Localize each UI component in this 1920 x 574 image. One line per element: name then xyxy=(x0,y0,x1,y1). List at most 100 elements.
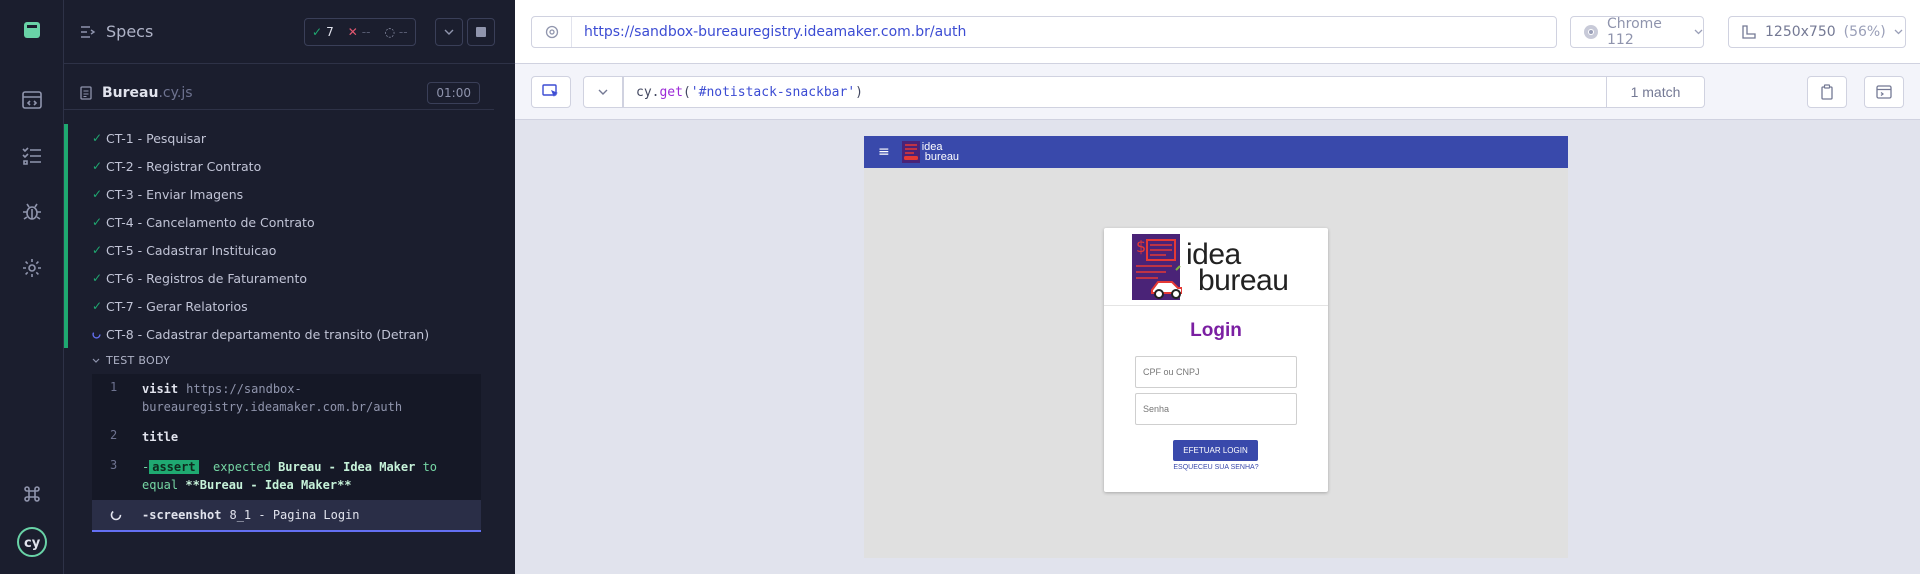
command-arg-continued: bureauregistry.ideamaker.com.br/auth xyxy=(142,400,403,414)
assert-text: equal xyxy=(142,478,186,492)
selector-prefix: cy. xyxy=(636,84,660,100)
check-icon: ✓ xyxy=(92,159,103,173)
spec-file-name: Bureau xyxy=(102,84,159,101)
chrome-icon xyxy=(1583,24,1599,40)
viewport-selector[interactable]: 1250x750 (56%) xyxy=(1728,16,1906,48)
assert-actual: Bureau - Idea Maker xyxy=(278,460,416,474)
viewport-size: 1250x750 xyxy=(1765,24,1836,40)
match-count: 1 match xyxy=(1606,77,1704,107)
cypress-app-icon[interactable] xyxy=(18,16,46,44)
document-icon xyxy=(80,85,92,100)
cursor-select-icon xyxy=(542,84,560,100)
login-card: $ idea bureau Login CPF ou CNPJ Senha EF… xyxy=(1104,228,1328,492)
duration-badge: 01:00 xyxy=(427,82,480,104)
spec-file-ext: .cy.js xyxy=(158,84,193,101)
command-row-assert[interactable]: 3 - assert expected Bureau - Idea Maker t… xyxy=(92,452,481,500)
crosshair-icon[interactable] xyxy=(532,17,572,47)
runs-nav-icon[interactable] xyxy=(18,142,46,170)
url-text: https://sandbox-bureauregistry.ideamaker… xyxy=(584,24,967,40)
command-body: title xyxy=(142,428,186,446)
test-title: CT-8 - Cadastrar departamento de transit… xyxy=(106,326,430,342)
test-body-toggle[interactable]: TEST BODY xyxy=(92,354,170,367)
check-icon: ✓ xyxy=(92,215,103,229)
command-row[interactable]: 2 title xyxy=(92,422,481,452)
command-row[interactable]: 1 visit https://sandbox- bureauregistry.i… xyxy=(92,374,481,422)
chevron-down-icon xyxy=(1694,29,1703,35)
passed-count: 7 xyxy=(326,25,334,39)
viewport-scale: (56%) xyxy=(1843,24,1886,40)
test-stats: ✓ 7 ✕ -- ◌ -- xyxy=(304,18,416,46)
test-title: CT-6 - Registros de Faturamento xyxy=(106,270,308,286)
viewport-icon xyxy=(1741,24,1757,40)
chevron-down-icon xyxy=(444,29,454,35)
selector-picker-button[interactable] xyxy=(531,76,571,108)
browser-toolbar: https://sandbox-bureauregistry.ideamaker… xyxy=(515,0,1920,64)
app-bar-logo-text: idea bureau xyxy=(921,141,960,163)
selector-input[interactable]: cy. get('#notistack-snackbar') 1 match xyxy=(623,76,1705,108)
check-icon: ✓ xyxy=(92,243,103,257)
test-title: CT-3 - Enviar Imagens xyxy=(106,186,244,202)
specs-list-icon[interactable] xyxy=(80,25,96,39)
hamburger-menu-icon[interactable]: ≡ xyxy=(878,144,890,160)
assert-expected: **Bureau - Idea Maker** xyxy=(185,478,352,492)
specs-title[interactable]: Specs xyxy=(106,22,153,41)
selector-method-dropdown[interactable] xyxy=(583,76,623,108)
chevron-down-icon xyxy=(92,358,100,363)
cypress-logo-text: cy xyxy=(24,536,41,551)
cpf-cnpj-placeholder: CPF ou CNPJ xyxy=(1143,367,1200,377)
check-icon: ✓ xyxy=(92,271,103,285)
main-area: https://sandbox-bureauregistry.ideamaker… xyxy=(515,0,1920,574)
password-input[interactable]: Senha xyxy=(1135,393,1297,425)
test-list: ✓ CT-1 - Pesquisar ✓ CT-2 - Registrar Cont… xyxy=(64,124,494,348)
test-title: CT-4 - Cancelamento de Contrato xyxy=(106,214,315,230)
test-item[interactable]: ✓ CT-7 - Gerar Relatorios xyxy=(64,292,494,320)
selector-close-paren: ) xyxy=(855,84,863,100)
chevron-down-icon xyxy=(1894,29,1903,35)
command-row-active[interactable]: -screenshot 8_1 - Pagina Login xyxy=(92,500,481,532)
x-icon: ✕ xyxy=(347,25,358,39)
svg-text:$: $ xyxy=(1136,237,1146,256)
specs-nav-icon[interactable] xyxy=(18,86,46,114)
command-icon[interactable] xyxy=(18,480,46,508)
print-to-console-button[interactable] xyxy=(1864,76,1904,108)
password-placeholder: Senha xyxy=(1143,404,1170,414)
selector-method: get xyxy=(659,84,683,100)
command-spinner-icon xyxy=(92,506,142,524)
command-number: 2 xyxy=(110,428,118,442)
test-item[interactable]: ✓ CT-5 - Cadastrar Instituicao xyxy=(64,236,494,264)
app-bar-logo: idea bureau xyxy=(901,141,960,163)
command-name: -screenshot xyxy=(142,508,222,522)
chevron-down-button[interactable] xyxy=(435,18,463,46)
test-item[interactable]: ✓ CT-3 - Enviar Imagens xyxy=(64,180,494,208)
command-number: 3 xyxy=(110,458,118,472)
test-item-running[interactable]: CT-8 - Cadastrar departamento de transit… xyxy=(64,320,494,348)
ledger-car-logo-icon: $ xyxy=(1132,234,1182,300)
check-icon: ✓ xyxy=(92,131,103,145)
chevron-down-icon xyxy=(598,89,608,95)
test-item[interactable]: ✓ CT-4 - Cancelamento de Contrato xyxy=(64,208,494,236)
command-arg: 8_1 - Pagina Login xyxy=(229,508,360,522)
stop-button[interactable] xyxy=(467,18,495,46)
test-item[interactable]: ✓ CT-1 - Pesquisar xyxy=(64,124,494,152)
test-body-label: TEST BODY xyxy=(106,354,171,367)
selector-playground: cy. get('#notistack-snackbar') 1 match xyxy=(515,64,1920,120)
browser-label: Chrome 112 xyxy=(1607,16,1662,48)
test-item[interactable]: ✓ CT-6 - Registros de Faturamento xyxy=(64,264,494,292)
url-bar[interactable]: https://sandbox-bureauregistry.ideamaker… xyxy=(531,16,1557,48)
copy-button[interactable] xyxy=(1807,76,1847,108)
pending-stat: ◌ -- xyxy=(377,25,414,39)
test-item[interactable]: ✓ CT-2 - Registrar Contrato xyxy=(64,152,494,180)
forgot-password-link[interactable]: ESQUECEU SUA SENHA? xyxy=(1104,464,1328,471)
settings-nav-icon[interactable] xyxy=(18,254,46,282)
debug-nav-icon[interactable] xyxy=(18,198,46,226)
cpf-cnpj-input[interactable]: CPF ou CNPJ xyxy=(1135,356,1297,388)
command-body: visit https://sandbox- bureauregistry.ide… xyxy=(142,380,402,416)
selector-value: '#notistack-snackbar' xyxy=(690,84,856,100)
command-name: visit xyxy=(142,382,179,396)
login-button[interactable]: EFETUAR LOGIN xyxy=(1173,440,1258,461)
cypress-logo-icon[interactable]: cy xyxy=(16,526,48,558)
browser-selector[interactable]: Chrome 112 xyxy=(1570,16,1704,48)
check-icon: ✓ xyxy=(312,25,323,39)
command-body: -screenshot 8_1 - Pagina Login xyxy=(142,506,368,524)
command-log: 1 visit https://sandbox- bureauregistry.i… xyxy=(92,374,481,532)
